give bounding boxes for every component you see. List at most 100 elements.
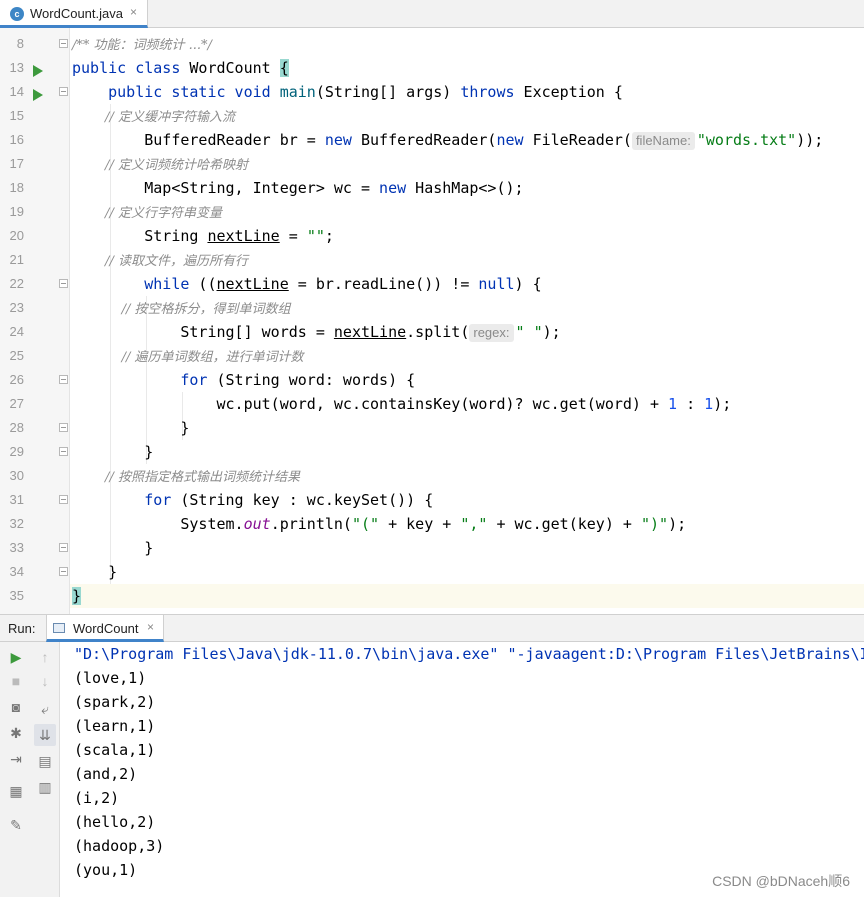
comment: // 定义行字符串变量 bbox=[72, 206, 222, 221]
string-literal: "words.txt" bbox=[696, 131, 797, 149]
comment: // 定义词频统计哈希映射 bbox=[72, 158, 248, 173]
comment: // 按照指定格式输出词频统计结果 bbox=[72, 470, 300, 485]
code-text: Exception { bbox=[514, 83, 623, 101]
fold-icon[interactable] bbox=[59, 495, 68, 504]
code-line-24: String[] words = nextLine.split(regex: " … bbox=[72, 320, 561, 344]
exit-icon[interactable]: ⇥ bbox=[5, 748, 27, 770]
code-text: = bbox=[279, 227, 307, 245]
keyword: new bbox=[496, 131, 524, 149]
fold-icon[interactable] bbox=[59, 567, 68, 576]
line-number: 29 bbox=[9, 444, 24, 459]
code-line-19: // 定义行字符串变量 bbox=[72, 200, 222, 224]
console-line: (love,1) bbox=[74, 669, 147, 687]
string-literal: ")" bbox=[640, 515, 669, 533]
code-text: (String[] args) bbox=[315, 83, 461, 101]
line-number: 14 bbox=[9, 84, 24, 99]
console-line: (spark,2) bbox=[74, 693, 156, 711]
line-number: 22 bbox=[9, 276, 24, 291]
line-number: 33 bbox=[9, 540, 24, 555]
code-text: : bbox=[677, 395, 705, 413]
line-number: 17 bbox=[9, 156, 24, 171]
console-output[interactable]: "D:\Program Files\Java\jdk-11.0.7\bin\ja… bbox=[60, 642, 864, 897]
variable-name: nextLine bbox=[216, 275, 289, 293]
code-text: + wc.get(key) + bbox=[487, 515, 641, 533]
code-line-18: Map<String, Integer> wc = new HashMap<>(… bbox=[72, 176, 523, 200]
method-name: main bbox=[279, 83, 316, 101]
console-line: (you,1) bbox=[74, 861, 138, 879]
fold-icon[interactable] bbox=[59, 39, 68, 48]
fold-icon[interactable] bbox=[59, 543, 68, 552]
editor-tab-wordcount[interactable]: c WordCount.java × bbox=[0, 0, 148, 28]
line-number: 31 bbox=[9, 492, 24, 507]
code-line-34: } bbox=[72, 560, 117, 584]
code-line-22: while ((nextLine = br.readLine()) != nul… bbox=[72, 272, 541, 296]
code-text: } bbox=[72, 563, 118, 581]
code-line-31: for (String key : wc.keySet()) { bbox=[72, 488, 433, 512]
run-window-header: Run: WordCount × bbox=[0, 614, 864, 642]
line-number: 30 bbox=[9, 468, 24, 483]
code-line-32: System.out.println("(" + key + "," + wc.… bbox=[72, 512, 686, 536]
string-literal: "" bbox=[306, 227, 325, 245]
console-line: (and,2) bbox=[74, 765, 138, 783]
line-number: 19 bbox=[9, 204, 24, 219]
run-class-icon[interactable] bbox=[33, 65, 43, 77]
code-text: (String key : wc.keySet()) { bbox=[171, 491, 434, 509]
variable-name: nextLine bbox=[207, 227, 280, 245]
brace: { bbox=[279, 59, 289, 77]
code-line-13: public class WordCount { bbox=[72, 56, 289, 80]
doc-comment: /** 功能：词频统计 ...*/ bbox=[72, 38, 212, 53]
line-number: 23 bbox=[9, 300, 24, 315]
console-line: (i,2) bbox=[74, 789, 120, 807]
code-line-16: BufferedReader br = new BufferedReader(n… bbox=[72, 128, 823, 152]
code-line-26: for (String word: words) { bbox=[72, 368, 415, 392]
keyword: null bbox=[478, 275, 515, 293]
scroll-to-end-icon[interactable]: ⇊ bbox=[34, 724, 56, 746]
play-icon[interactable]: ▶ bbox=[5, 646, 27, 668]
code-text: ); bbox=[542, 323, 561, 341]
fold-icon[interactable] bbox=[59, 423, 68, 432]
comment: // 定义缓冲字符输入流 bbox=[72, 110, 235, 125]
print-icon[interactable]: ▤ bbox=[34, 750, 56, 772]
run-main-icon[interactable] bbox=[33, 89, 43, 101]
java-class-icon: c bbox=[10, 7, 24, 21]
line-number: 25 bbox=[9, 348, 24, 363]
line-number: 35 bbox=[9, 588, 24, 603]
code-text: .println( bbox=[270, 515, 352, 533]
soft-wrap-icon[interactable]: ⤶ bbox=[34, 698, 56, 720]
line-number: 28 bbox=[9, 420, 24, 435]
fold-icon[interactable] bbox=[59, 447, 68, 456]
code-editor[interactable]: /** 功能：词频统计 ...*/ public class WordCount… bbox=[70, 28, 864, 614]
line-number: 32 bbox=[9, 516, 24, 531]
pin-icon[interactable]: ✎ bbox=[5, 814, 27, 836]
fold-icon[interactable] bbox=[59, 279, 68, 288]
line-number: 8 bbox=[16, 36, 24, 51]
stop-icon[interactable]: ■ bbox=[5, 670, 27, 692]
code-line-28: } bbox=[72, 416, 189, 440]
comment: // 读取文件，遍历所有行 bbox=[72, 254, 248, 269]
code-text: BufferedReader( bbox=[351, 131, 497, 149]
fold-icon[interactable] bbox=[59, 87, 68, 96]
console-line: (hadoop,3) bbox=[74, 837, 165, 855]
close-icon[interactable]: × bbox=[130, 5, 137, 19]
camera-icon[interactable]: ◙ bbox=[5, 696, 27, 718]
code-text: String[] words = bbox=[72, 323, 334, 341]
code-line-23: // 按空格拆分，得到单词数组 bbox=[72, 296, 291, 320]
comment: // 遍历单词数组，进行单词计数 bbox=[72, 350, 304, 365]
run-tab-wordcount[interactable]: WordCount × bbox=[46, 615, 164, 642]
console-line: (learn,1) bbox=[74, 717, 156, 735]
code-line-21: // 读取文件，遍历所有行 bbox=[72, 248, 248, 272]
fold-icon[interactable] bbox=[59, 375, 68, 384]
line-number: 21 bbox=[9, 252, 24, 267]
layout-icon[interactable]: ▦ bbox=[5, 780, 27, 802]
code-line-33: } bbox=[72, 536, 153, 560]
code-text: + key + bbox=[379, 515, 461, 533]
settings-bug-icon[interactable]: ✱ bbox=[5, 722, 27, 744]
close-icon[interactable]: × bbox=[147, 620, 154, 634]
arrow-up-icon[interactable]: ↑ bbox=[34, 646, 56, 668]
keyword: public class bbox=[72, 59, 190, 77]
line-number: 34 bbox=[9, 564, 24, 579]
arrow-down-icon[interactable]: ↓ bbox=[34, 670, 56, 692]
code-text: } bbox=[72, 443, 154, 461]
trash-icon[interactable]: ▥ bbox=[34, 776, 56, 798]
code-text: FileReader( bbox=[523, 131, 632, 149]
